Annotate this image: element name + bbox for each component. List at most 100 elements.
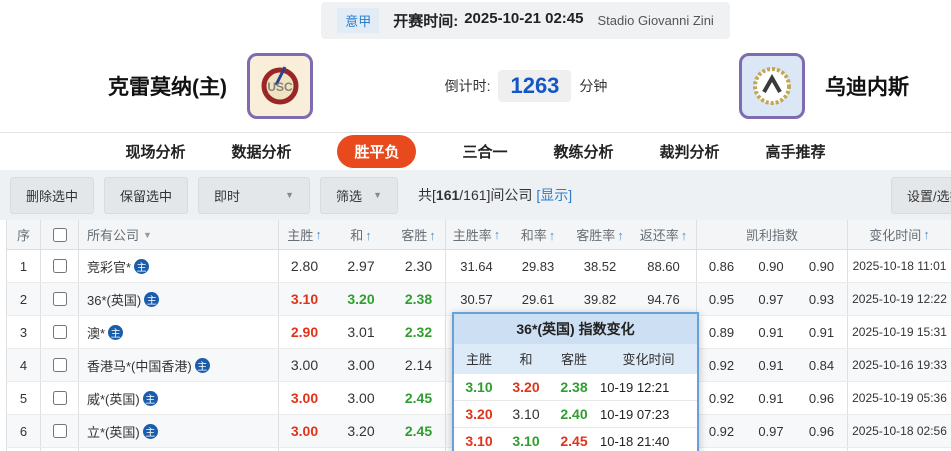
show-link[interactable]: [显示] — [536, 187, 572, 203]
kelly-draw: 0.97 — [746, 292, 796, 307]
company-name[interactable]: 立*(英国)主 — [78, 415, 278, 447]
draw-odds[interactable]: 2.97 — [330, 258, 392, 274]
col-away[interactable]: 客胜↑ — [392, 225, 445, 244]
udinese-crest-icon — [749, 63, 795, 109]
row-checkbox[interactable] — [53, 424, 67, 438]
sort-asc-icon: ↑ — [681, 228, 688, 243]
tab-win-draw-lose[interactable]: 胜平负 — [337, 135, 416, 168]
home-odds[interactable]: 3.00 — [278, 349, 330, 381]
draw-odds[interactable]: 3.00 — [330, 357, 392, 373]
draw-odds[interactable]: 3.01 — [330, 324, 392, 340]
away-odds[interactable]: 2.45 — [392, 390, 445, 406]
row-checkbox[interactable] — [53, 325, 67, 339]
tab-live-analysis[interactable]: 现场分析 — [125, 141, 185, 162]
tab-expert-picks[interactable]: 高手推荐 — [766, 141, 826, 162]
change-time: 2025-10-18 11:01 — [847, 250, 951, 282]
draw-rate: 29.83 — [507, 259, 569, 274]
tab-referee-analysis[interactable]: 裁判分析 — [660, 141, 720, 162]
kelly-away: 0.93 — [796, 292, 847, 307]
popup-change-time: 10-19 12:21 — [600, 380, 697, 395]
row-checkbox[interactable] — [53, 292, 67, 306]
company-name[interactable]: 竞彩官*主 — [78, 250, 278, 282]
away-odds[interactable]: 2.38 — [392, 291, 445, 307]
company-name[interactable]: 威*(英国)主 — [78, 382, 278, 414]
home-rate: 31.64 — [445, 250, 507, 282]
draw-rate: 29.61 — [507, 292, 569, 307]
away-team: 乌迪内斯 — [739, 53, 909, 119]
company-name[interactable]: 36*(英国)主 — [78, 283, 278, 315]
home-odds[interactable]: 2.90 — [278, 316, 330, 348]
away-rate: 38.52 — [569, 259, 631, 274]
row-checkbox[interactable] — [53, 358, 67, 372]
col-draw[interactable]: 和↑ — [330, 225, 392, 244]
home-odds[interactable]: 2.80 — [278, 250, 330, 282]
away-odds[interactable]: 2.30 — [392, 258, 445, 274]
kelly-home: 0.89 — [696, 316, 746, 348]
home-team-logo: USC — [247, 53, 313, 119]
kelly-home: 0.92 — [696, 349, 746, 381]
keep-selected-button[interactable]: 保留选中 — [104, 177, 188, 214]
kelly-draw: 0.97 — [746, 424, 796, 439]
row-seq: 6 — [6, 415, 40, 447]
kelly-draw: 0.91 — [746, 325, 796, 340]
select-all-checkbox[interactable] — [53, 228, 67, 242]
tab-three-in-one[interactable]: 三合一 — [462, 141, 507, 162]
change-time: 2025-10-19 12:22 — [847, 283, 951, 315]
away-odds[interactable]: 2.45 — [392, 423, 445, 439]
company-name[interactable]: 香港马*(中国香港)主 — [78, 349, 278, 381]
countdown-unit: 分钟 — [579, 76, 607, 96]
home-odds[interactable]: 3.00 — [278, 382, 330, 414]
away-odds[interactable]: 2.32 — [392, 324, 445, 340]
col-company[interactable]: 所有公司▼ — [78, 220, 278, 249]
settings-select-button[interactable]: 设置/选择 — [891, 177, 951, 214]
home-odds[interactable]: 3.10 — [278, 283, 330, 315]
company-count: 共[161/161]间公司[显示] — [418, 185, 572, 205]
table-row: 1 竞彩官*主 2.80 2.97 2.30 31.64 29.83 38.52… — [6, 250, 951, 283]
popup-change-time: 10-19 07:23 — [600, 407, 697, 422]
home-team-name: 克雷莫纳(主) — [108, 71, 227, 101]
change-time: 2025-10-16 19:33 — [847, 349, 951, 381]
caret-down-icon: ▼ — [373, 190, 382, 200]
home-team: 克雷莫纳(主) USC — [108, 53, 313, 119]
odds-change-popup: 36*(英国) 指数变化 主胜 和 客胜 变化时间 3.10 3.20 2.38… — [452, 312, 699, 451]
filter-value: 筛选 — [336, 186, 362, 205]
col-draw-rate[interactable]: 和率↑ — [507, 225, 569, 244]
draw-odds[interactable]: 3.20 — [330, 291, 392, 307]
draw-odds[interactable]: 3.20 — [330, 423, 392, 439]
col-return-rate[interactable]: 返还率↑ — [631, 225, 696, 244]
tab-data-analysis[interactable]: 数据分析 — [231, 141, 291, 162]
row-checkbox-cell — [40, 349, 78, 381]
change-time: 2025-10-18 02:56 — [847, 415, 951, 447]
away-team-name: 乌迪内斯 — [825, 71, 909, 101]
row-checkbox-cell — [40, 382, 78, 414]
away-odds[interactable]: 2.14 — [392, 357, 445, 373]
sort-asc-icon: ↑ — [923, 227, 930, 242]
company-name[interactable]: 澳*主 — [78, 316, 278, 348]
col-home-rate[interactable]: 主胜率↑ — [445, 220, 507, 249]
svg-text:USC: USC — [267, 80, 293, 94]
filter-dropdown[interactable]: 筛选 ▼ — [320, 177, 398, 214]
league-badge[interactable]: 意甲 — [337, 8, 379, 33]
kickoff-label: 开赛时间: — [393, 10, 458, 31]
row-checkbox-cell — [40, 316, 78, 348]
delete-selected-button[interactable]: 删除选中 — [10, 177, 94, 214]
draw-odds[interactable]: 3.00 — [330, 390, 392, 406]
col-seq: 序 — [6, 220, 40, 249]
tab-coach-analysis[interactable]: 教练分析 — [554, 141, 614, 162]
col-away-rate[interactable]: 客胜率↑ — [569, 225, 631, 244]
kelly-draw: 0.91 — [746, 358, 796, 373]
col-change-time[interactable]: 变化时间↑ — [847, 220, 951, 249]
row-checkbox[interactable] — [53, 259, 67, 273]
col-checkbox — [40, 220, 78, 249]
sort-asc-icon: ↑ — [315, 227, 322, 242]
kelly-home: 0.92 — [696, 415, 746, 447]
return-rate: 88.60 — [631, 259, 696, 274]
home-rate: 30.57 — [445, 283, 507, 315]
col-home[interactable]: 主胜↑ — [278, 220, 330, 249]
popup-row: 3.10 3.20 2.38 10-19 12:21 — [454, 373, 697, 400]
home-odds[interactable]: 3.00 — [278, 415, 330, 447]
row-checkbox[interactable] — [53, 391, 67, 405]
popup-away-odds: 2.38 — [548, 379, 600, 395]
stadium-name: Stadio Giovanni Zini — [597, 13, 713, 28]
odds-mode-dropdown[interactable]: 即时 ▼ — [198, 177, 310, 214]
